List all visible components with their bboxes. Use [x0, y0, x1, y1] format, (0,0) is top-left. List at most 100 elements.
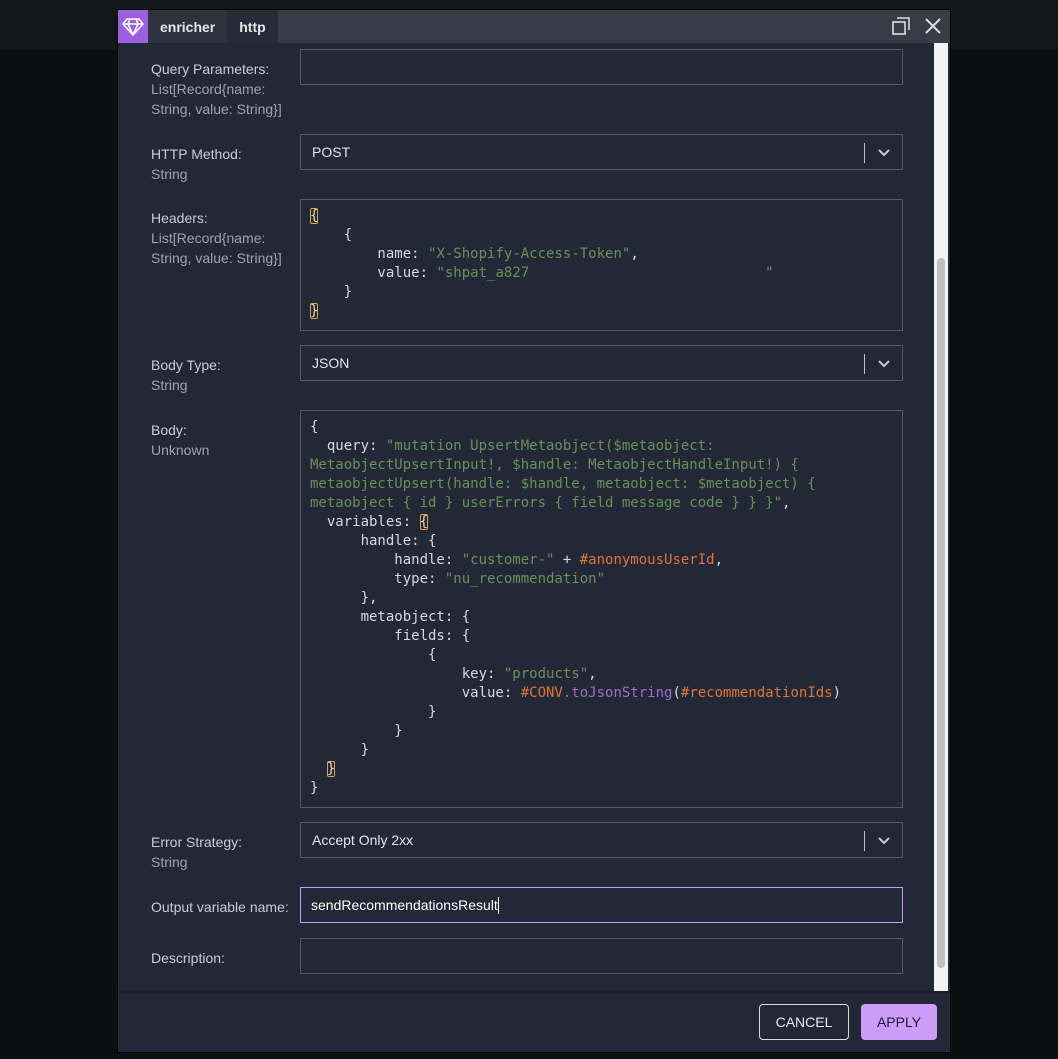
body-type-select[interactable]: JSON: [300, 345, 903, 381]
code-line: metaobjectUpsert(handle: $handle, metaob…: [310, 475, 902, 494]
code-line: query: "mutation UpsertMetaobject($metao…: [310, 437, 902, 456]
code-line: metaobject { id } userErrors { field mes…: [310, 494, 902, 513]
code-token: },: [310, 590, 378, 606]
code-line: },: [310, 589, 902, 608]
query-params-type-cont: String, value: String}]: [151, 101, 282, 117]
code-token: handle:: [310, 552, 462, 568]
code-line: }: [310, 741, 902, 760]
http-method-select[interactable]: POST: [300, 134, 903, 170]
diamond-icon: [118, 10, 148, 43]
code-token: {: [310, 419, 319, 435]
code-token: }: [310, 780, 319, 796]
chevron-down-icon: [878, 360, 890, 368]
code-line: {: [310, 226, 902, 245]
code-line: {: [310, 646, 902, 665]
code-token: ,: [588, 666, 597, 682]
code-line: handle: {: [310, 532, 902, 551]
code-token: }: [310, 723, 403, 739]
maximize-icon[interactable]: [890, 14, 912, 38]
code-line: type: "nu_recommendation": [310, 570, 902, 589]
code-token: }: [310, 704, 437, 720]
output-variable-input[interactable]: sendRecommendationsResult: [300, 887, 903, 923]
code-line: }: [310, 760, 902, 779]
tab-enricher[interactable]: enricher: [148, 10, 228, 43]
body-type-label: Body Type:: [151, 357, 221, 373]
body-type-type: String: [151, 377, 188, 393]
code-line: {: [310, 207, 902, 226]
description-label: Description:: [151, 950, 225, 966]
code-token: (: [672, 685, 681, 701]
divider: [864, 354, 865, 374]
code-token: {: [310, 647, 437, 663]
divider: [864, 831, 865, 851]
code-line: fields: {: [310, 627, 902, 646]
code-line: variables: {: [310, 513, 902, 532]
scrollbar-thumb[interactable]: [937, 258, 945, 968]
code-line: metaobject: {: [310, 608, 902, 627]
body-type-hint: Unknown: [151, 442, 210, 458]
query-params-type: List[Record{name:: [151, 81, 266, 97]
close-icon[interactable]: [922, 14, 944, 38]
code-token: value:: [310, 265, 437, 281]
chevron-down-icon: [878, 149, 890, 157]
query-params-label: Query Parameters:: [151, 61, 270, 77]
code-token: "nu_recommendation": [444, 571, 606, 587]
error-strategy-value: Accept Only 2xx: [312, 832, 414, 848]
matched-bracket: }: [310, 303, 319, 319]
code-line: }: [310, 283, 902, 302]
text-caret: [497, 896, 499, 914]
output-variable-label: Output variable name:: [151, 899, 289, 915]
code-token: variables:: [310, 514, 420, 530]
output-variable-value: sendRecommendationsResult: [311, 897, 498, 913]
headers-type-cont: String, value: String}]: [151, 250, 282, 266]
dialog-header: enricher http: [118, 10, 950, 43]
code-token: "X-Shopify-Access-Token": [428, 246, 631, 262]
http-method-value: POST: [312, 144, 351, 160]
code-token: "customer-": [461, 552, 555, 568]
code-line: }: [310, 703, 902, 722]
code-line: name: "X-Shopify-Access-Token",: [310, 245, 902, 264]
code-token: fields: {: [310, 628, 471, 644]
code-token: MetaobjectUpsertInput!, $handle: Metaobj…: [310, 457, 799, 473]
headers-code-editor[interactable]: { { name: "X-Shopify-Access-Token", valu…: [300, 199, 903, 331]
code-line: }: [310, 302, 902, 321]
code-line: {: [310, 418, 902, 437]
code-line: value: "shpat_a827 ": [310, 264, 902, 283]
code-line: handle: "customer-" + #anonymousUserId,: [310, 551, 902, 570]
code-token: }: [310, 284, 353, 300]
code-line: MetaobjectUpsertInput!, $handle: Metaobj…: [310, 456, 902, 475]
code-token: "products": [503, 666, 589, 682]
body-label: Body:: [151, 422, 187, 438]
code-token: ): [832, 685, 842, 701]
code-line: }: [310, 722, 902, 741]
matched-bracket: }: [326, 761, 336, 777]
tab-http[interactable]: http: [227, 10, 278, 43]
code-token: .toJsonString: [562, 685, 673, 701]
http-method-type: String: [151, 166, 188, 182]
code-token: handle: {: [310, 533, 437, 549]
code-token: #CONV: [520, 685, 563, 701]
code-token: ,: [782, 495, 791, 511]
matched-bracket: {: [310, 208, 319, 224]
code-token: {: [310, 227, 353, 243]
body-type-value: JSON: [312, 355, 350, 371]
body-code-editor[interactable]: { query: "mutation UpsertMetaobject($met…: [300, 410, 903, 808]
description-input[interactable]: [300, 938, 903, 974]
dialog-footer: CANCEL APPLY: [118, 991, 950, 1052]
query-params-input[interactable]: [300, 49, 903, 85]
code-token: query:: [310, 438, 386, 454]
cancel-button[interactable]: CANCEL: [759, 1004, 849, 1040]
code-token: value:: [310, 685, 521, 701]
code-token: key:: [310, 666, 504, 682]
error-strategy-label: Error Strategy:: [151, 834, 243, 850]
code-line: key: "products",: [310, 665, 902, 684]
code-token: metaobject: {: [310, 609, 471, 625]
code-token: metaobjectUpsert(handle: $handle, metaob…: [310, 476, 816, 492]
code-token: +: [554, 552, 580, 568]
http-method-label: HTTP Method:: [151, 146, 242, 162]
code-line: }: [310, 779, 902, 798]
scrollbar[interactable]: [934, 43, 948, 991]
error-strategy-select[interactable]: Accept Only 2xx: [300, 822, 903, 858]
apply-button[interactable]: APPLY: [861, 1004, 937, 1040]
